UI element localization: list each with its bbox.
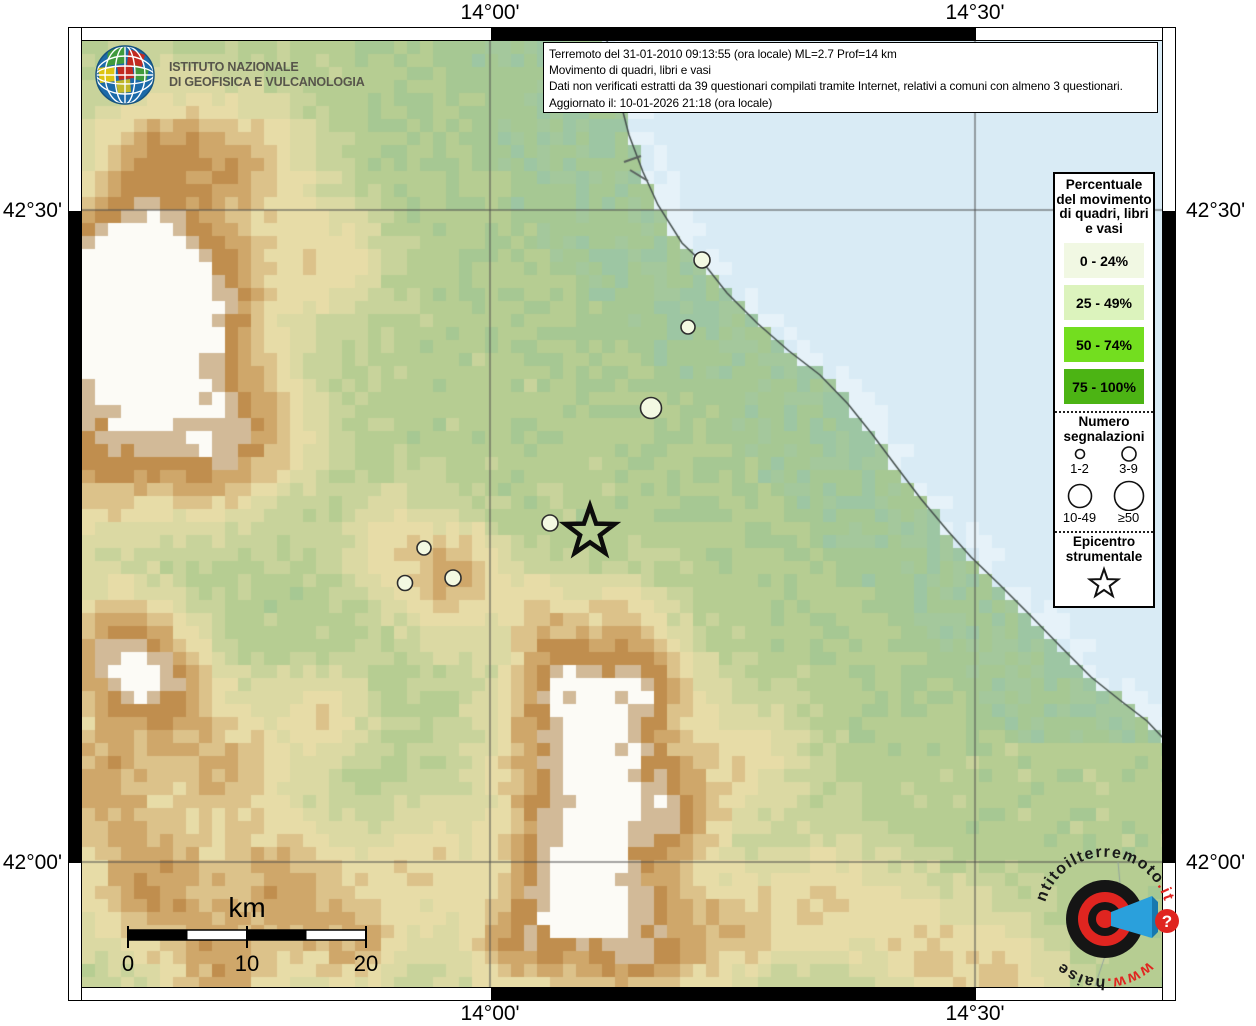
- ingv-name-line2: DI GEOFISICA E VULCANOLOGIA: [169, 75, 365, 90]
- epicenter-star-legend-icon: [1056, 564, 1152, 606]
- legend-swatch-label: 25 - 49%: [1076, 295, 1132, 311]
- frame-band-bottom: [68, 987, 1176, 1001]
- legend-reports-title: Numero segnalazioni: [1055, 413, 1153, 444]
- report-point: [542, 515, 558, 531]
- info-line-effect: Movimento di quadri, libri e vasi: [549, 62, 1152, 78]
- scale-unit-label: km: [228, 892, 265, 923]
- legend-swatch-50-74: 50 - 74%: [1064, 327, 1144, 362]
- watermark-url-bottom: www.haise: [1053, 958, 1157, 992]
- legend-swatch-label: 75 - 100%: [1072, 379, 1136, 395]
- axis-label-left-top: 42°30': [0, 199, 62, 223]
- legend-swatch-label: 0 - 24%: [1080, 253, 1128, 269]
- report-size-icon-10-49: [1058, 480, 1102, 511]
- frame-band-top: [68, 27, 1176, 41]
- report-size-icon-3-9: [1109, 445, 1149, 462]
- report-size-label: ≥50: [1104, 511, 1153, 524]
- report-size-label: 10-49: [1055, 511, 1104, 524]
- ingv-logo: ISTITUTO NAZIONALE DI GEOFISICA E VULCAN…: [92, 44, 365, 106]
- axis-label-left-bottom: 42°00': [0, 851, 62, 875]
- axis-label-right-bottom: 42°00': [1186, 851, 1256, 875]
- report-size-icon-50plus: [1107, 480, 1151, 511]
- legend-report-sizes: 1-2 3-9 10-49 ≥50: [1055, 445, 1153, 524]
- axis-label-top-left: 14°00': [430, 1, 550, 25]
- epicenter-star: [565, 506, 614, 553]
- legend-swatch-0-24: 0 - 24%: [1064, 243, 1144, 278]
- axis-label-top-right: 14°30': [915, 1, 1035, 25]
- legend-swatch-25-49: 25 - 49%: [1064, 285, 1144, 320]
- scale-tick-20: 20: [354, 951, 378, 976]
- frame-band-left: [68, 27, 82, 1001]
- ingv-name: ISTITUTO NAZIONALE DI GEOFISICA E VULCAN…: [169, 60, 365, 90]
- haisentitoilterremoto-logo: ? ntitoilterremoto.it www.haise: [1014, 828, 1196, 1010]
- scale-tick-10: 10: [235, 951, 259, 976]
- legend-epicenter-title: Epicentro strumentale: [1055, 533, 1153, 564]
- info-line-event: Terremoto del 31-01-2010 09:13:55 (ora l…: [549, 46, 1152, 62]
- legend-panel: Percentuale del movimento di quadri, lib…: [1053, 172, 1155, 608]
- report-point: [398, 576, 413, 591]
- ingv-globe-icon: [92, 44, 158, 106]
- legend-intensity-title: Percentuale del movimento di quadri, lib…: [1055, 174, 1153, 236]
- report-point: [681, 320, 695, 334]
- report-point: [445, 570, 461, 586]
- report-point: [417, 541, 431, 555]
- ingv-name-line1: ISTITUTO NAZIONALE: [169, 60, 365, 75]
- svg-text:?: ?: [1162, 912, 1172, 931]
- scale-tick-0: 0: [122, 951, 134, 976]
- axis-label-right-top: 42°30': [1186, 199, 1256, 223]
- report-size-label: 3-9: [1104, 462, 1153, 475]
- map-page: 14°00' 14°30' 14°00' 14°30' 42°30' 42°00…: [0, 0, 1256, 1024]
- report-point: [694, 252, 710, 268]
- legend-swatch-75-100: 75 - 100%: [1064, 369, 1144, 404]
- report-point: [641, 398, 662, 419]
- scale-bar: km 0 10 20: [105, 872, 405, 987]
- legend-swatch-label: 50 - 74%: [1076, 337, 1132, 353]
- report-size-label: 1-2: [1055, 462, 1104, 475]
- info-line-source: Dati non verificati estratti da 39 quest…: [549, 78, 1152, 94]
- report-size-icon-1-2: [1060, 445, 1100, 462]
- earthquake-info-box: Terremoto del 31-01-2010 09:13:55 (ora l…: [543, 42, 1158, 113]
- info-line-updated: Aggiornato il: 10-01-2026 21:18 (ora loc…: [549, 95, 1152, 111]
- question-mark-icon: ?: [1155, 909, 1179, 933]
- map-overlay: [82, 41, 1162, 987]
- axis-label-bottom-left: 14°00': [430, 1002, 550, 1026]
